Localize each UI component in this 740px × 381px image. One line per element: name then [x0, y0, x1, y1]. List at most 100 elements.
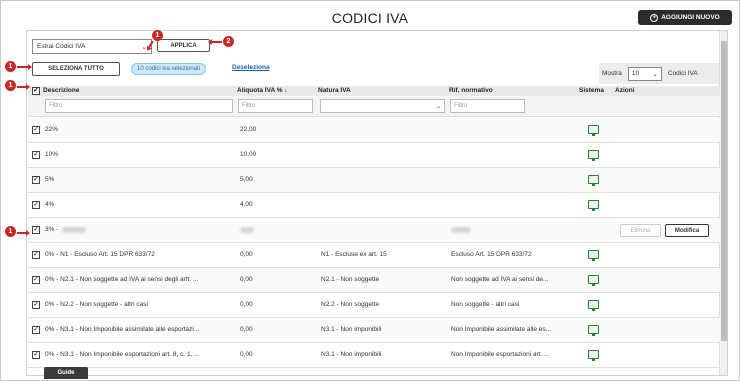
cell-description: 0% - N1 - Escluso Art. 15 DPR 633/72 — [45, 251, 155, 258]
system-monitor-icon — [588, 250, 599, 261]
page-title: CODICI IVA — [331, 10, 409, 26]
filter-row: Filtro Filtro ⌄ Filtro — [28, 96, 720, 117]
filter-nature-select[interactable]: ⌄ — [320, 99, 445, 113]
cell-description: 10% — [45, 151, 59, 158]
cell-description: 5% — [45, 176, 55, 183]
apply-button[interactable]: APPLICA — [157, 39, 210, 52]
deselect-link[interactable]: Deseleziona — [232, 64, 270, 71]
cell-rate: 10,00 — [240, 151, 257, 158]
codes-panel: Estrai Codici IVA ⌄ APPLICA SELEZIONA TU… — [26, 30, 728, 376]
scrollbar-thumb[interactable] — [721, 41, 727, 341]
column-nature[interactable]: Natura IVA — [318, 87, 351, 94]
table-row[interactable]: ✓ 0% - N2.2 - Non soggette - altri casi 0,… — [28, 293, 720, 318]
row-select-checkbox[interactable]: ✓ — [32, 276, 40, 284]
column-actions: Azioni — [615, 87, 635, 94]
vertical-scrollbar[interactable] — [719, 31, 727, 375]
annotation-marker-2: 2 — [223, 36, 234, 47]
system-monitor-icon — [588, 125, 599, 136]
table-row[interactable]: ✓ 4% 4,00 — [28, 193, 720, 218]
system-monitor-icon — [588, 275, 599, 286]
row-select-checkbox[interactable]: ✓ — [32, 226, 40, 234]
row-select-checkbox[interactable]: ✓ — [32, 301, 40, 309]
cell-rate: 0,00 — [240, 251, 253, 258]
cell-nature: N2.2 - Non soggette — [321, 301, 380, 308]
filter-reference[interactable]: Filtro — [450, 99, 525, 113]
system-monitor-icon — [588, 175, 599, 186]
cell-description: 0% - N3.1 - Non Imponibile assimilate al… — [45, 326, 200, 333]
annotation-marker-1: 1 — [5, 61, 16, 72]
selected-count-badge: 10 codici iva selezionati — [131, 63, 207, 75]
chevron-down-icon: ⌄ — [435, 103, 441, 110]
plus-circle-icon: + — [650, 13, 659, 22]
cell-description: 3% - — [45, 226, 59, 233]
cell-rate: 5,00 — [240, 176, 253, 183]
guide-tab[interactable]: Guide — [44, 367, 88, 379]
table-row[interactable]: ✓ 0% - N1 - Escluso Art. 15 DPR 633/72 0,0… — [28, 243, 720, 268]
edit-button[interactable]: Modifica — [665, 224, 709, 237]
show-label: Mostra — [602, 70, 622, 77]
redacted-text — [62, 227, 86, 233]
annotation-marker-1: 1 — [152, 30, 163, 41]
row-select-checkbox[interactable]: ✓ — [32, 251, 40, 259]
table-row[interactable]: ✓ 10% 10,00 — [28, 143, 720, 168]
page-size-control: Mostra 10 ⌄ Codici IVA — [599, 63, 719, 84]
system-monitor-icon — [588, 200, 599, 211]
cell-description: 0% - N3.1 - Non Imponibile esportazioni … — [45, 351, 200, 358]
cell-rate: 0,00 — [240, 301, 253, 308]
filter-description[interactable]: Filtro — [45, 99, 233, 113]
cell-nature: N1 - Escluse ex art. 15 — [321, 251, 387, 258]
annotation-marker-1: 1 — [5, 226, 16, 237]
chevron-down-icon: ⌄ — [652, 70, 658, 78]
page-size-value: 10 — [631, 70, 640, 77]
table-row[interactable]: ✓ 0% - N2.1 - Non soggette ad IVA ai sens… — [28, 268, 720, 293]
system-monitor-icon — [588, 300, 599, 311]
cell-description: 4% — [45, 201, 55, 208]
table-header: ✓ Descrizione Aliquota IVA % ↓ Natura IV… — [28, 86, 720, 96]
delete-button[interactable]: Elimina — [620, 224, 661, 237]
cell-nature: N3.1 - Non imponibili — [321, 351, 382, 358]
row-select-checkbox[interactable]: ✓ — [32, 351, 40, 359]
row-select-checkbox[interactable]: ✓ — [32, 201, 40, 209]
annotation-arrow — [17, 230, 30, 235]
system-monitor-icon — [588, 325, 599, 336]
header-select-checkbox[interactable]: ✓ — [32, 87, 40, 95]
select-all-button[interactable]: SELEZIONA TUTTO — [32, 62, 120, 76]
cell-rate: 22,00 — [240, 126, 257, 133]
cell-rate: 0,00 — [240, 351, 253, 358]
table-row[interactable]: ✓ 0% - N3.1 - Non Imponibile esportazioni… — [28, 343, 720, 368]
extract-select-value: Estrai Codici IVA — [37, 43, 86, 50]
table-row[interactable]: ✓ 5% 5,00 — [28, 168, 720, 193]
table-row[interactable]: ✓ 3% - Elimina Modifica — [28, 218, 720, 243]
page-size-unit: Codici IVA — [667, 70, 698, 77]
column-description[interactable]: Descrizione — [43, 87, 80, 94]
extract-select[interactable]: Estrai Codici IVA ⌄ — [32, 39, 152, 54]
row-select-checkbox[interactable]: ✓ — [32, 126, 40, 134]
annotation-arrow — [17, 64, 32, 69]
redacted-text — [451, 227, 471, 233]
table-row[interactable]: ✓ 0% - N3.1 - Non Imponibile assimilate a… — [28, 318, 720, 343]
page-size-select[interactable]: 10 ⌄ — [627, 66, 662, 81]
cell-nature: N3.1 - Non imponibili — [321, 326, 382, 333]
cell-reference: Non Imponibile esportazioni art. ... — [451, 351, 550, 358]
cell-rate: 0,00 — [240, 326, 253, 333]
cell-description: 22% — [45, 126, 59, 133]
cell-reference: Non soggette - altri casi — [451, 301, 520, 308]
row-select-checkbox[interactable]: ✓ — [32, 176, 40, 184]
row-select-checkbox[interactable]: ✓ — [32, 326, 40, 334]
add-new-button[interactable]: + AGGIUNGI NUOVO — [638, 10, 732, 25]
cell-description: 0% - N2.2 - Non soggette - altri casi — [45, 301, 148, 308]
add-new-label: AGGIUNGI NUOVO — [661, 14, 720, 21]
system-monitor-icon — [588, 150, 599, 161]
table-row[interactable]: ✓ 22% 22,00 — [28, 118, 720, 143]
annotation-arrow — [17, 84, 30, 89]
cell-reference: Non Imponibile assimilate alle es... — [451, 326, 552, 333]
cell-rate: 4,00 — [240, 201, 253, 208]
filter-rate[interactable]: Filtro — [238, 99, 313, 113]
annotation-arrow — [208, 39, 222, 44]
row-select-checkbox[interactable]: ✓ — [32, 151, 40, 159]
cell-reference: Non soggette ad IVA ai sensi de... — [451, 276, 549, 283]
column-rate[interactable]: Aliquota IVA % ↓ — [237, 87, 288, 94]
cell-nature: N2.1 - Non soggette — [321, 276, 380, 283]
annotation-marker-1: 1 — [5, 80, 16, 91]
column-reference[interactable]: Rif. normativo — [449, 87, 493, 94]
